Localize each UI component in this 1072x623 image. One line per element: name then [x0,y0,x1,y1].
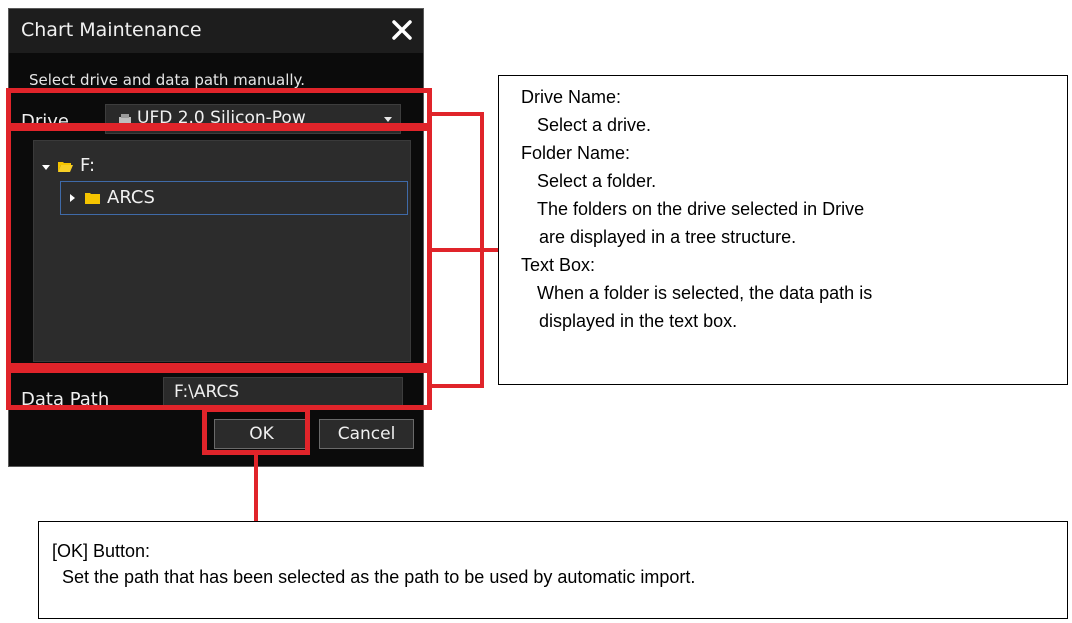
dialog-title: Chart Maintenance [21,19,202,41]
close-icon[interactable] [387,15,417,45]
callout-text: Folder Name: [521,143,631,163]
connector-line [432,112,482,116]
callout-text: When a folder is selected, the data path… [537,283,873,303]
callout-text: are displayed in a tree structure. [539,227,797,247]
callout-text: The folders on the drive selected in Dri… [537,199,865,219]
callout-text: Text Box: [521,255,596,275]
highlight-drive [6,88,432,128]
callout-text: Select a folder. [537,171,657,191]
highlight-ok-button [202,407,310,455]
callout-bottom: [OK] Button: Set the path that has been … [38,521,1068,619]
connector-line [254,455,258,521]
callout-text: Set the path that has been selected as t… [62,567,696,587]
callout-text: displayed in the text box. [539,311,738,331]
title-bar: Chart Maintenance [9,9,423,53]
callout-text: [OK] Button: [52,541,151,561]
highlight-data-path [6,368,432,410]
callout-text: Drive Name: [521,87,622,107]
connector-line [432,248,498,252]
dialog-instruction: Select drive and data path manually. [29,71,306,89]
callout-right: Drive Name: Select a drive. Folder Name:… [498,75,1068,385]
connector-line [432,384,482,388]
highlight-folder-tree [6,126,432,368]
callout-text: Select a drive. [537,115,652,135]
cancel-button[interactable]: Cancel [319,419,414,449]
